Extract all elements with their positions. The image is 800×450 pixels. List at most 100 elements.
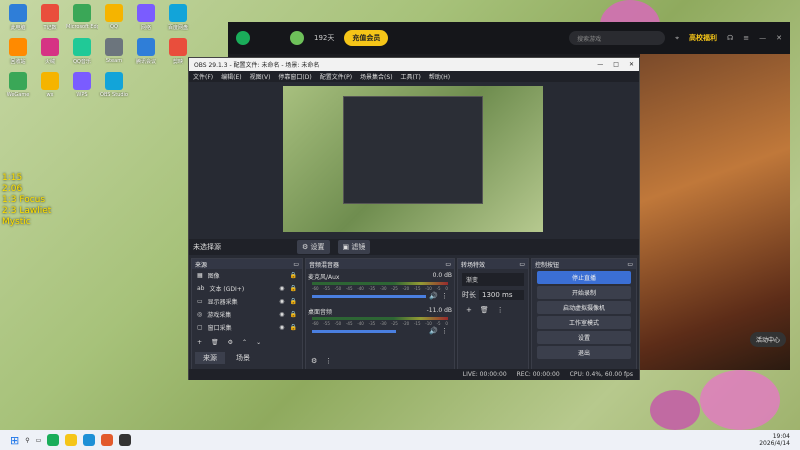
eye-icon[interactable]: ◉	[279, 298, 284, 305]
menu-help[interactable]: 帮助(H)	[429, 72, 450, 81]
desktop-icon[interactable]: OBS Studio	[98, 72, 130, 98]
source-settings-button[interactable]: ⚙ 设置	[297, 240, 330, 254]
sources-dock: 来源 ▭ ▦ 图像 🔒 ab 文本 (GDI+) ◉ 🔒 ▭ 显示器采集 ◉ 🔒 ◎ 游戏采集 ◉ 🔒 …	[191, 258, 303, 370]
eye-icon[interactable]: ◉	[279, 324, 284, 331]
menu-file[interactable]: 文件(F)	[193, 72, 213, 81]
avatar[interactable]	[290, 31, 304, 45]
tab-scenes[interactable]: 场景	[228, 352, 258, 364]
dock-float-icon[interactable]: ▭	[445, 261, 451, 268]
source-item[interactable]: ▭ 显示器采集 ◉ 🔒	[192, 295, 302, 308]
menu-profile[interactable]: 配置文件(P)	[320, 72, 352, 81]
menu-icon[interactable]: ≡	[743, 34, 749, 42]
close-icon[interactable]: ✕	[629, 61, 634, 68]
launcher-taskbar-icon[interactable]	[47, 434, 60, 446]
eye-icon[interactable]: ◉	[279, 311, 284, 318]
preview-nested-obs	[343, 96, 483, 204]
source-item[interactable]: ab 文本 (GDI+) ◉ 🔒	[192, 282, 302, 295]
desktop-icon[interactable]: QQ音乐	[66, 38, 98, 65]
edge-icon[interactable]	[83, 434, 96, 446]
desktop-icon[interactable]: 回收站	[2, 38, 34, 65]
minimize-icon[interactable]: —	[597, 61, 603, 68]
remove-transition-icon[interactable]: 🗑	[480, 306, 489, 314]
menu-docks[interactable]: 停靠窗口(D)	[278, 72, 311, 81]
activity-center-button[interactable]: 活动中心	[750, 332, 787, 347]
dock-float-icon[interactable]: ▭	[627, 261, 633, 268]
desktop-icon[interactable]: QQ	[98, 4, 130, 30]
minimize-icon[interactable]: —	[759, 34, 766, 42]
app-icon[interactable]	[101, 434, 114, 446]
desktop-icon[interactable]: T记数	[34, 4, 66, 31]
start-virtual-camera-button[interactable]: 启动虚拟摄像机	[537, 301, 631, 314]
studio-mode-button[interactable]: 工作室模式	[537, 316, 631, 329]
promo-label[interactable]: 高校福利	[689, 33, 717, 43]
explorer-icon[interactable]	[65, 434, 78, 446]
maximize-icon[interactable]: □	[613, 61, 619, 68]
obs-window[interactable]: OBS 29.1.3 - 配置文件: 未命名 - 场景: 未命名 — □ ✕ 文…	[188, 57, 640, 380]
tab-sources[interactable]: 来源	[195, 352, 225, 364]
channel-menu-icon[interactable]: ⋮	[441, 292, 448, 300]
add-transition-icon[interactable]: +	[466, 306, 472, 314]
duration-input[interactable]: 1300 ms	[479, 290, 524, 300]
desktop-icon[interactable]: 百度网盘	[162, 4, 194, 31]
volume-slider[interactable]	[312, 329, 397, 333]
launcher-logo-icon[interactable]	[236, 31, 250, 45]
exit-button[interactable]: 退出	[537, 346, 631, 359]
lock-icon[interactable]: 🔒	[290, 311, 297, 318]
desktop-icon-label: OBS Studio	[100, 92, 128, 98]
desktop-icon[interactable]: 火绒	[34, 38, 66, 65]
speaker-icon[interactable]: 🔊	[429, 327, 438, 335]
add-source-icon[interactable]: +	[197, 339, 202, 346]
source-item[interactable]: ▦ 图像 🔒	[192, 269, 302, 282]
menu-view[interactable]: 视图(V)	[250, 72, 271, 81]
vip-button[interactable]: 充值会员	[344, 30, 389, 46]
lock-icon[interactable]: 🔒	[290, 272, 297, 279]
eye-icon[interactable]: ◉	[279, 285, 284, 292]
tag-icon[interactable]: ⌖	[675, 34, 679, 43]
close-icon[interactable]: ✕	[776, 34, 782, 42]
menu-scene-collection[interactable]: 场景集合(S)	[360, 72, 393, 81]
settings-button[interactable]: 设置	[537, 331, 631, 344]
lock-icon[interactable]: 🔒	[290, 298, 297, 305]
preview-canvas[interactable]	[283, 86, 543, 232]
app-icon	[9, 38, 27, 56]
desktop-icon[interactable]: 此电脑	[2, 4, 34, 31]
menu-edit[interactable]: 编辑(E)	[221, 72, 241, 81]
move-down-icon[interactable]: ⌄	[256, 339, 261, 346]
transition-select[interactable]: 渐变	[462, 273, 524, 286]
channel-menu-icon[interactable]: ⋮	[441, 327, 448, 335]
mixer-settings-icon[interactable]: ⚙	[311, 357, 317, 365]
move-up-icon[interactable]: ⌃	[242, 339, 247, 346]
promo-banner[interactable]	[640, 54, 790, 370]
lock-icon[interactable]: 🔒	[290, 285, 297, 292]
desktop-icon[interactable]: 网络	[130, 4, 162, 31]
obs-taskbar-icon[interactable]	[119, 434, 132, 446]
search-input[interactable]: 搜索游戏	[569, 31, 666, 45]
desktop-icon[interactable]: wx	[34, 72, 66, 98]
speaker-icon[interactable]: 🔊	[429, 292, 438, 300]
start-icon[interactable]: ⊞	[10, 434, 19, 447]
dock-float-icon[interactable]: ▭	[519, 261, 525, 268]
menu-tools[interactable]: 工具(T)	[401, 72, 421, 81]
task-view-icon[interactable]: ▭	[36, 437, 42, 444]
lock-icon[interactable]: 🔒	[290, 324, 297, 331]
start-recording-button[interactable]: 开始录制	[537, 286, 631, 299]
monitor-icon: ▭	[197, 298, 203, 305]
search-icon[interactable]: ⚲	[25, 437, 29, 444]
desktop-icon[interactable]: 腾讯会议	[130, 38, 162, 65]
dock-float-icon[interactable]: ▭	[293, 261, 299, 268]
mixer-menu-icon[interactable]: ⋮	[325, 357, 332, 365]
source-filters-button[interactable]: ▣ 滤镜	[337, 240, 371, 254]
source-item[interactable]: ▢ 窗口采集 ◉ 🔒	[192, 321, 302, 334]
source-item[interactable]: ◎ 游戏采集 ◉ 🔒	[192, 308, 302, 321]
source-properties-icon[interactable]: ⚙	[228, 339, 233, 346]
transition-menu-icon[interactable]: ⋮	[497, 306, 504, 314]
remove-source-icon[interactable]: 🗑	[211, 339, 219, 346]
headset-icon[interactable]: ☊	[727, 34, 733, 42]
desktop-icon[interactable]: WeGame	[2, 72, 34, 98]
clock[interactable]: 19:04 2026/4/14	[759, 433, 790, 447]
volume-slider[interactable]	[312, 294, 427, 298]
desktop-icon[interactable]: Microsoft Edge	[66, 4, 98, 30]
stop-streaming-button[interactable]: 停止直播	[537, 271, 631, 284]
desktop-icon[interactable]: WPS	[66, 72, 98, 98]
desktop-icon[interactable]: Steam	[98, 38, 130, 64]
